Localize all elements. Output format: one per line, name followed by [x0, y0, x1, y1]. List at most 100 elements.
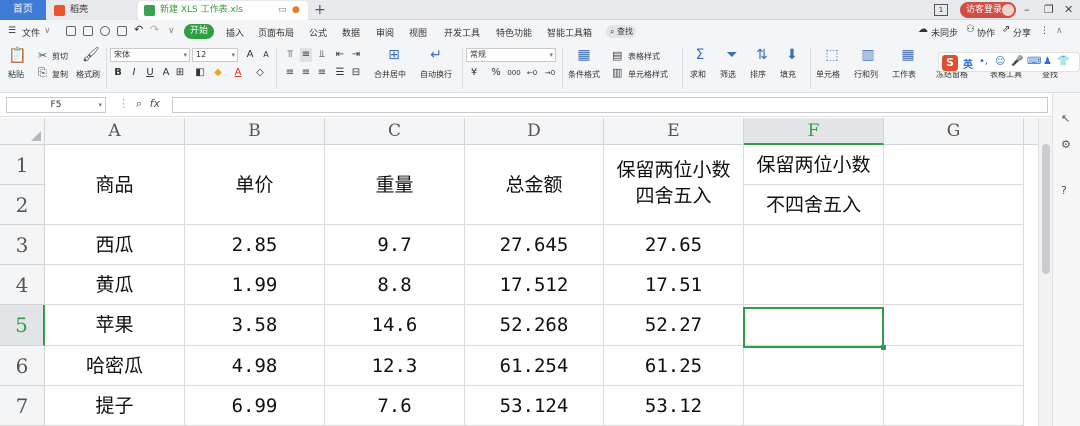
ime-voice-icon[interactable]: 🎤	[1011, 56, 1023, 67]
tab-daoke[interactable]: 稻壳	[48, 1, 136, 20]
minimize-icon[interactable]: –	[1024, 0, 1030, 20]
cell-truncated[interactable]	[744, 346, 884, 386]
row-col-button[interactable]: 行和列	[854, 69, 878, 80]
column-header-e[interactable]: E	[604, 118, 744, 145]
border-icon[interactable]: ⊞	[174, 66, 186, 80]
justify-icon[interactable]: ☰	[334, 66, 346, 80]
header-cell-keep-two-decimals[interactable]: 保留两位小数	[744, 145, 884, 185]
fx-button[interactable]: ⌕ fx	[136, 97, 160, 111]
sync-status[interactable]: 未同步	[931, 26, 958, 39]
format-painter-button[interactable]: 格式刷	[76, 69, 100, 80]
save-icon[interactable]	[66, 26, 76, 36]
font-grow-icon[interactable]: A	[244, 48, 256, 62]
tab-restore-icon[interactable]: ▭	[278, 1, 287, 20]
menu-smart-toolbox[interactable]: 智能工具箱	[547, 26, 592, 39]
maximize-icon[interactable]: ❐	[1044, 0, 1054, 20]
clear-format-icon[interactable]: ◇	[254, 66, 266, 80]
help-icon[interactable]: ?	[1061, 184, 1067, 197]
window-count-badge[interactable]: 1	[934, 4, 948, 16]
cell-rounded[interactable]: 27.65	[604, 225, 744, 265]
cell-weight[interactable]: 14.6	[325, 305, 465, 346]
align-bottom-icon[interactable]: ⫫	[316, 48, 328, 62]
paste-button[interactable]: 粘贴	[8, 69, 24, 80]
menu-data[interactable]: 数据	[342, 26, 360, 39]
cell-style-button[interactable]: 单元格样式	[628, 69, 668, 80]
sum-icon[interactable]: Σ	[692, 47, 708, 63]
indent-decrease-icon[interactable]: ⇤	[334, 48, 346, 62]
cell-weight[interactable]: 12.3	[325, 346, 465, 386]
row-col-icon[interactable]: ▥	[860, 47, 876, 63]
cell-g[interactable]	[884, 305, 1024, 346]
fill-button[interactable]: 填充	[780, 69, 796, 80]
format-painter-icon[interactable]: 🖌	[82, 47, 100, 63]
column-header-b[interactable]: B	[185, 118, 325, 145]
cell-total[interactable]: 61.254	[465, 346, 604, 386]
select-all-corner[interactable]	[0, 118, 45, 145]
fill-color-icon[interactable]: ◆	[212, 66, 224, 80]
distribute-icon[interactable]: ⊟	[350, 66, 362, 80]
italic-icon[interactable]: I	[128, 66, 140, 80]
column-header-d[interactable]: D	[465, 118, 604, 145]
row-header-3[interactable]: 3	[0, 225, 45, 265]
cell-g[interactable]	[884, 386, 1024, 426]
menu-start[interactable]: 开始	[184, 24, 214, 39]
more-menu-icon[interactable]: ⋮	[1040, 26, 1049, 36]
new-tab-plus-icon[interactable]: +	[314, 0, 326, 20]
cell-product[interactable]: 苹果	[45, 305, 185, 346]
paste-icon[interactable]: 📋	[8, 47, 27, 63]
cell-g1[interactable]	[884, 145, 1024, 185]
visitor-login-button[interactable]: 访客登录	[960, 2, 1016, 18]
cell-product[interactable]: 黄瓜	[45, 265, 185, 305]
copy-icon[interactable]: ⎘	[38, 65, 47, 81]
column-header-a[interactable]: A	[45, 118, 185, 145]
wrap-text-button[interactable]: 自动换行	[420, 69, 452, 80]
cell-weight[interactable]: 8.8	[325, 265, 465, 305]
menu-view[interactable]: 视图	[409, 26, 427, 39]
cell-truncated[interactable]	[744, 225, 884, 265]
vertical-scrollbar[interactable]	[1038, 118, 1052, 426]
cell-product[interactable]: 西瓜	[45, 225, 185, 265]
column-header-c[interactable]: C	[325, 118, 465, 145]
thousands-button[interactable]: 000	[506, 66, 522, 80]
row-header-5[interactable]: 5	[0, 305, 45, 346]
active-cell-selection[interactable]	[743, 307, 886, 350]
conditional-format-button[interactable]: 条件格式	[568, 69, 600, 80]
bold-icon[interactable]: B	[112, 66, 124, 80]
align-top-icon[interactable]: ⫪	[284, 48, 296, 62]
table-style-button[interactable]: 表格样式	[628, 51, 660, 62]
decrease-decimal-icon[interactable]: →0	[544, 66, 556, 80]
cell-product[interactable]: 提子	[45, 386, 185, 426]
tab-file-xls[interactable]: 新建 XLS 工作表.xls ▭ ●	[138, 1, 308, 20]
cell-product[interactable]: 哈密瓜	[45, 346, 185, 386]
font-shrink-icon[interactable]: A	[260, 48, 272, 62]
header-cell-round-two-decimals[interactable]: 保留两位小数四舍五入	[604, 145, 744, 225]
increase-decimal-icon[interactable]: ←0	[526, 66, 538, 80]
cell-truncated[interactable]	[744, 265, 884, 305]
cell-rounded[interactable]: 61.25	[604, 346, 744, 386]
formula-input[interactable]	[172, 97, 1048, 113]
row-header-1[interactable]: 1	[0, 145, 45, 185]
fill-icon[interactable]: ⬇	[784, 47, 800, 63]
cell-total[interactable]: 27.645	[465, 225, 604, 265]
cell-button[interactable]: 单元格	[816, 69, 840, 80]
cell-g[interactable]	[884, 225, 1024, 265]
cell-truncated[interactable]	[744, 386, 884, 426]
cell-total[interactable]: 52.268	[465, 305, 604, 346]
cut-button[interactable]: 剪切	[52, 51, 68, 62]
underline-icon[interactable]: U	[144, 66, 156, 80]
filter-icon[interactable]: ⏷	[724, 47, 740, 63]
collapse-ribbon-icon[interactable]: ∧	[1056, 26, 1063, 36]
align-center-icon[interactable]: ≡	[300, 66, 312, 80]
font-name-select[interactable]: 宋体	[110, 48, 190, 62]
merge-center-button[interactable]: 合并居中	[374, 69, 406, 80]
menu-page-layout[interactable]: 页面布局	[258, 26, 294, 39]
cell-unit-price[interactable]: 2.85	[185, 225, 325, 265]
cell-unit-price[interactable]: 4.98	[185, 346, 325, 386]
header-cell-unit-price[interactable]: 单价	[185, 145, 325, 225]
collab-button[interactable]: 协作	[977, 26, 995, 39]
ime-mode-toggle[interactable]: 英	[963, 56, 973, 71]
row-header-4[interactable]: 4	[0, 265, 45, 305]
header-cell-weight[interactable]: 重量	[325, 145, 465, 225]
ime-keyboard-icon[interactable]: ⌨	[1027, 56, 1041, 67]
tab-home[interactable]: 首页	[0, 0, 46, 20]
